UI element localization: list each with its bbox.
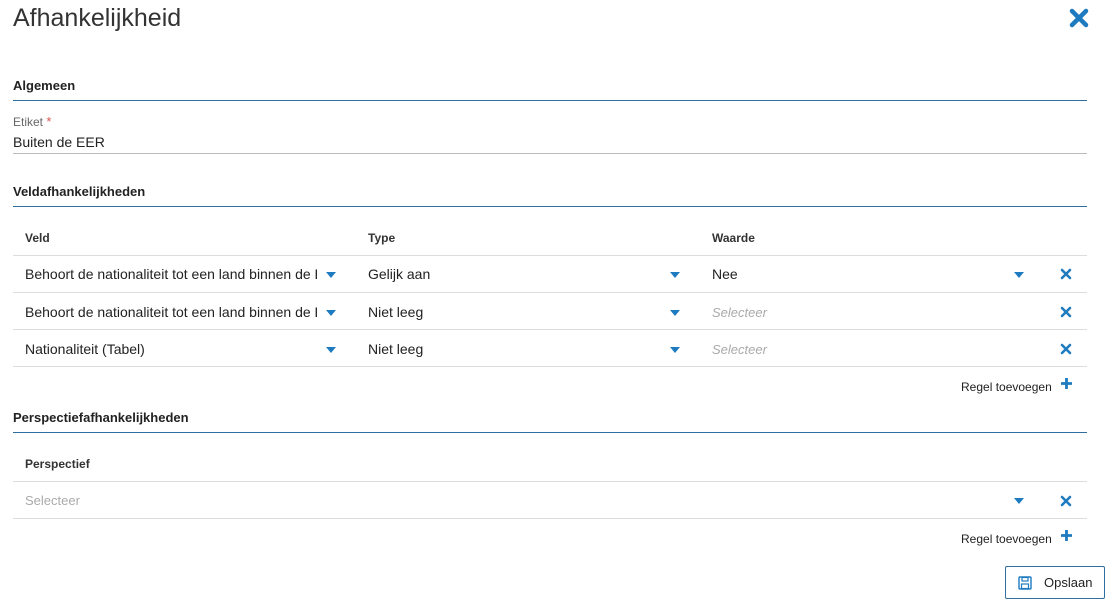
type-select[interactable]: Niet leeg (368, 341, 658, 357)
floppy-disk-icon (1018, 575, 1032, 590)
required-marker: * (46, 114, 52, 129)
dialog-title: Afhankelijkheid (13, 4, 182, 32)
value-select[interactable]: Nee (712, 266, 1002, 282)
table-divider (13, 255, 1087, 256)
delete-row-icon[interactable] (1060, 343, 1072, 355)
field-select[interactable]: Behoort de nationaliteit tot een land bi… (25, 266, 317, 282)
column-header-value: Waarde (712, 231, 755, 245)
chevron-down-icon[interactable] (326, 347, 336, 353)
section-title-field-dependencies: Veldafhankelijkheden (13, 184, 1087, 207)
column-header-field: Veld (25, 231, 50, 245)
label-input[interactable] (13, 131, 1087, 154)
section-title-perspective-dependencies: Perspectiefafhankelijkheden (13, 410, 1087, 433)
plus-icon[interactable] (1060, 377, 1073, 390)
table-divider (13, 329, 1087, 330)
delete-row-icon[interactable] (1060, 495, 1072, 507)
column-header-type: Type (368, 231, 396, 245)
label-field-label: Etiket * (13, 114, 51, 129)
chevron-down-icon[interactable] (326, 272, 336, 278)
type-select[interactable]: Gelijk aan (368, 266, 658, 282)
save-button[interactable]: Opslaan (1005, 566, 1105, 599)
column-header-perspective: Perspectief (25, 457, 90, 471)
delete-row-icon[interactable] (1060, 306, 1072, 318)
chevron-down-icon[interactable] (326, 310, 336, 316)
chevron-down-icon[interactable] (670, 347, 680, 353)
field-select[interactable]: Nationaliteit (Tabel) (25, 341, 317, 357)
chevron-down-icon[interactable] (1014, 272, 1024, 278)
chevron-down-icon[interactable] (670, 272, 680, 278)
add-field-row-link[interactable]: Regel toevoegen (961, 380, 1052, 394)
chevron-down-icon[interactable] (1014, 498, 1024, 504)
section-title-general: Algemeen (13, 78, 1087, 101)
chevron-down-icon[interactable] (670, 310, 680, 316)
field-select[interactable]: Behoort de nationaliteit tot een land bi… (25, 304, 317, 320)
type-select[interactable]: Niet leeg (368, 304, 658, 320)
table-divider (13, 366, 1087, 367)
table-divider (13, 292, 1087, 293)
value-select[interactable]: Selecteer (712, 305, 1002, 320)
value-select[interactable]: Selecteer (712, 342, 1002, 357)
label-field-label-text: Etiket (13, 115, 44, 129)
save-button-label: Opslaan (1044, 575, 1093, 590)
perspective-select[interactable]: Selecteer (25, 493, 985, 508)
plus-icon[interactable] (1060, 529, 1073, 542)
delete-row-icon[interactable] (1060, 268, 1072, 280)
table-divider (13, 481, 1087, 482)
add-perspective-row-link[interactable]: Regel toevoegen (961, 532, 1052, 546)
close-icon[interactable] (1066, 5, 1092, 31)
table-divider (13, 518, 1087, 519)
